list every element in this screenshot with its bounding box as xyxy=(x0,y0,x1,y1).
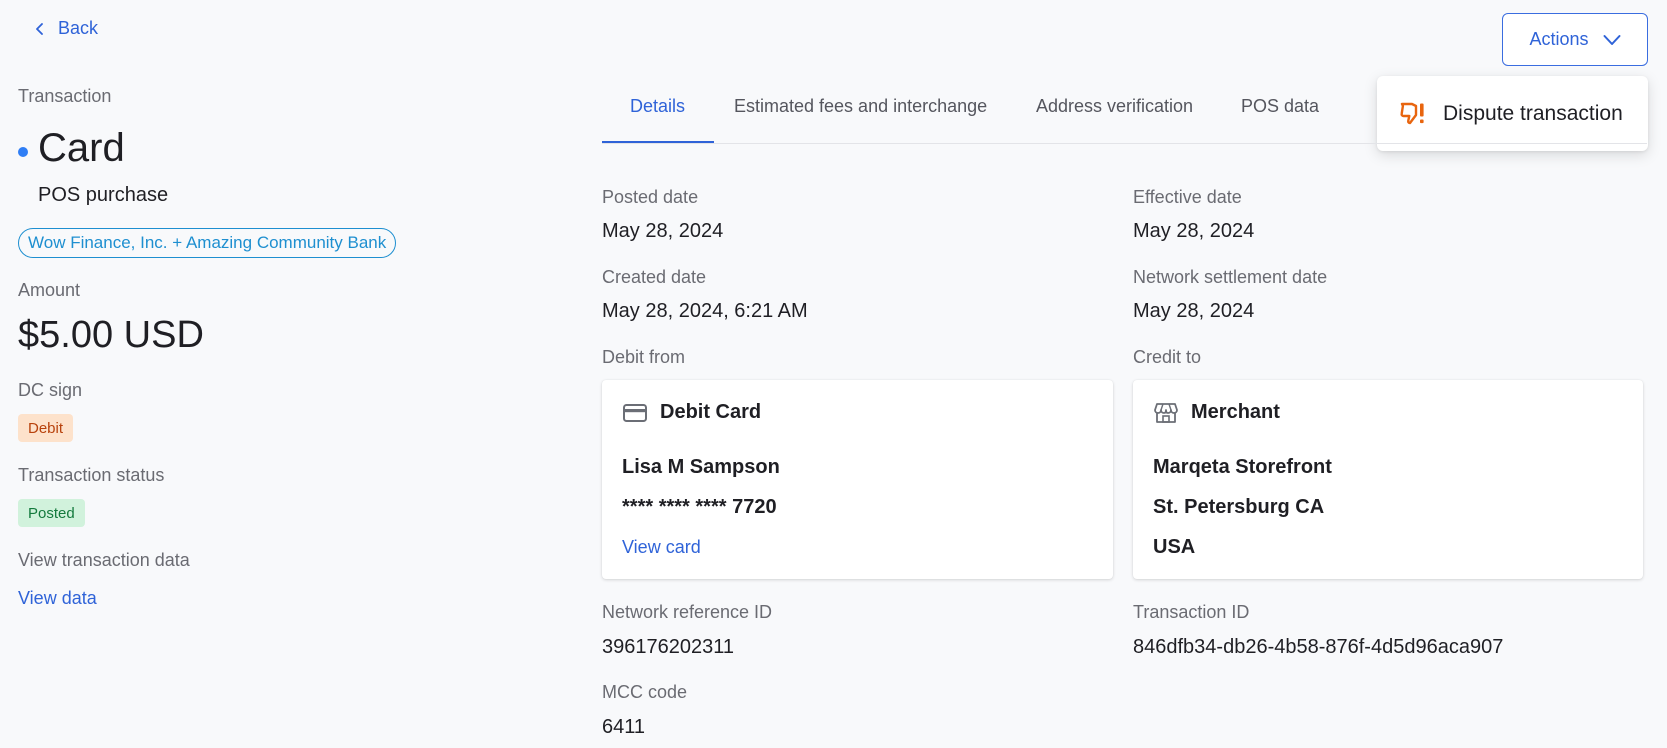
program-chip: Wow Finance, Inc. + Amazing Community Ba… xyxy=(18,228,397,258)
transaction-id-value: 846dfb34-db26-4b58-876f-4d5d96aca907 xyxy=(1133,636,1504,658)
merchant-name: Marqeta Storefront xyxy=(1153,456,1332,478)
back-label: Back xyxy=(58,18,99,38)
tab-details[interactable]: Details xyxy=(630,96,685,117)
actions-button[interactable]: Actions xyxy=(1502,13,1648,66)
storefront-icon xyxy=(1154,402,1178,423)
active-tab-indicator xyxy=(602,141,714,143)
network-reference-id-value: 396176202311 xyxy=(602,636,734,658)
network-settlement-date-value: May 28, 2024 xyxy=(1133,300,1255,322)
debit-card-title: Debit Card xyxy=(660,401,762,423)
chevron-down-icon xyxy=(1603,34,1621,45)
back-link[interactable]: Back xyxy=(34,18,98,39)
created-date-label: Created date xyxy=(602,267,707,287)
view-data-label: View transaction data xyxy=(18,550,190,570)
effective-date-value: May 28, 2024 xyxy=(1133,220,1255,242)
transaction-id-label: Transaction ID xyxy=(1133,602,1250,622)
tab-bar: Details Estimated fees and interchange A… xyxy=(602,96,1602,144)
card-number: **** **** **** 7720 xyxy=(622,496,777,518)
amount-label: Amount xyxy=(18,280,81,300)
transaction-type: Card xyxy=(38,126,125,170)
view-card-link[interactable]: View card xyxy=(622,537,701,558)
posted-date-label: Posted date xyxy=(602,187,699,207)
view-data-link[interactable]: View data xyxy=(18,588,97,609)
posted-date-value: May 28, 2024 xyxy=(602,220,724,242)
tab-divider xyxy=(602,143,1647,144)
section-label: Transaction xyxy=(18,86,112,106)
chevron-left-icon xyxy=(36,22,43,35)
mcc-code-label: MCC code xyxy=(602,682,688,702)
status-label: Transaction status xyxy=(18,465,165,485)
merchant-title: Merchant xyxy=(1191,401,1280,423)
debit-card-panel: Debit Card Lisa M Sampson **** **** ****… xyxy=(602,380,1113,579)
status-badge: Posted xyxy=(18,499,85,527)
transaction-subtype: POS purchase xyxy=(38,184,169,206)
created-date-value: May 28, 2024, 6:21 AM xyxy=(602,300,808,322)
tab-pos-data[interactable]: POS data xyxy=(1241,96,1319,117)
effective-date-label: Effective date xyxy=(1133,187,1242,207)
credit-to-label: Credit to xyxy=(1133,347,1202,367)
debit-from-label: Debit from xyxy=(602,347,686,367)
dc-sign-badge: Debit xyxy=(18,414,74,442)
amount-value: $5.00 USD xyxy=(18,314,204,356)
tab-estimated-fees[interactable]: Estimated fees and interchange xyxy=(734,96,987,117)
cardholder-name: Lisa M Sampson xyxy=(622,456,780,478)
merchant-country: USA xyxy=(1153,536,1196,558)
debit-card-header: Debit Card xyxy=(622,401,761,424)
merchant-city: St. Petersburg CA xyxy=(1153,496,1325,518)
actions-label: Actions xyxy=(1529,29,1589,49)
credit-card-icon xyxy=(623,403,647,422)
tab-address-verification[interactable]: Address verification xyxy=(1036,96,1193,117)
mcc-code-value: 6411 xyxy=(602,716,646,738)
network-reference-id-label: Network reference ID xyxy=(602,602,773,622)
dc-sign-label: DC sign xyxy=(18,380,83,400)
merchant-header: Merchant xyxy=(1153,401,1280,424)
merchant-panel: Merchant Marqeta Storefront St. Petersbu… xyxy=(1133,380,1643,579)
network-settlement-date-label: Network settlement date xyxy=(1133,267,1328,287)
status-dot xyxy=(18,147,28,157)
